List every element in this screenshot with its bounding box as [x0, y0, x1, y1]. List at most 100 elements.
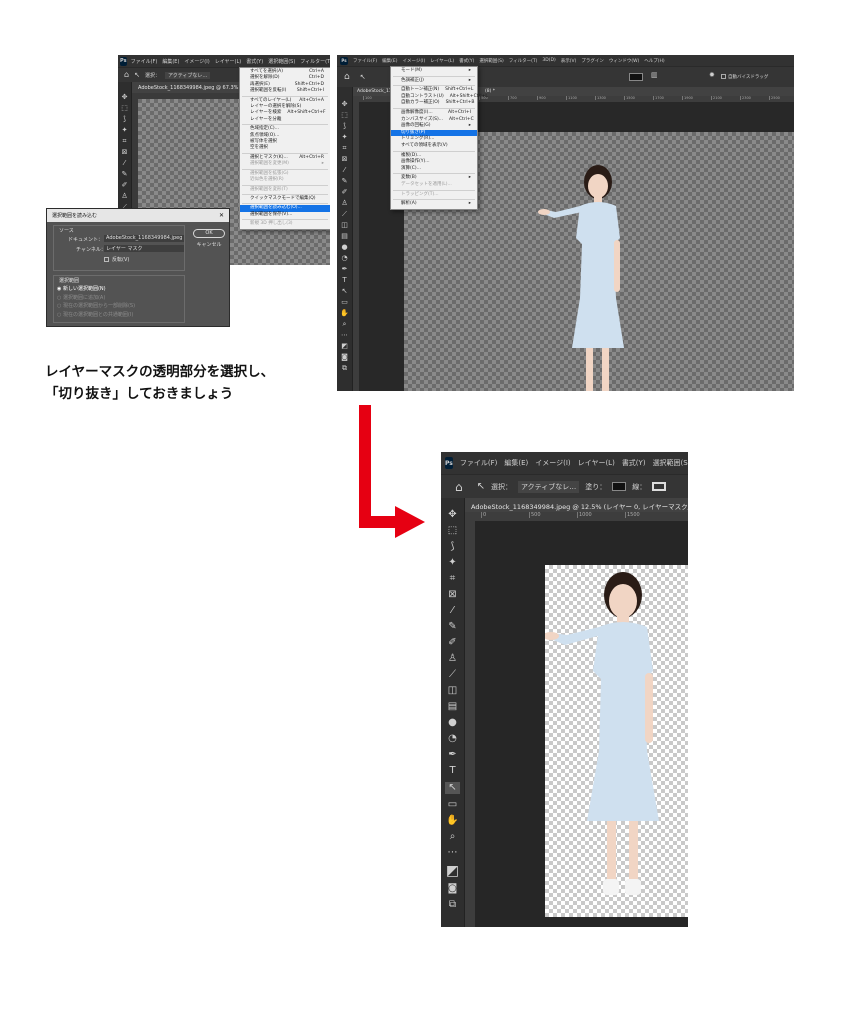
operation-radio[interactable]: ○ 選択範囲に追加(A) — [57, 294, 135, 303]
move-tool-icon[interactable]: ↖ — [360, 73, 366, 81]
menu-item[interactable]: レイヤー(L) — [430, 58, 454, 64]
history-brush-icon[interactable]: ⟋ — [342, 211, 347, 218]
move-tool-icon[interactable]: ✥ — [342, 101, 348, 108]
menu-item[interactable]: イメージ(I) — [402, 58, 425, 64]
color-swatches-icon[interactable]: ◩ — [446, 864, 459, 878]
menu-item[interactable]: 書式(Y) — [622, 458, 646, 468]
menu-item[interactable]: ウィンドウ(W) — [609, 58, 639, 64]
pen-tool-icon[interactable]: ✒ — [448, 750, 456, 760]
menu-option[interactable]: 色調補正(J) ▸ — [391, 78, 477, 85]
brush-tool-icon[interactable]: ✐ — [448, 638, 456, 648]
operation-radio[interactable]: ○ 現在の選択範囲との共通範囲(I) — [57, 311, 135, 320]
magic-wand-icon[interactable]: ✦ — [122, 127, 128, 134]
fill-swatch[interactable] — [612, 482, 627, 491]
align-icon[interactable]: ▥ — [651, 72, 658, 79]
type-tool-icon[interactable]: T — [449, 766, 455, 776]
menu-option[interactable]: 演算(C)... — [391, 166, 477, 173]
menu-option[interactable]: 選択範囲を保存(V)... — [240, 212, 330, 218]
menu-option[interactable]: 選択範囲を反転(I) Shift+Ctrl+I — [240, 88, 330, 94]
menu-option[interactable]: 画像の回転(G) ▸ — [391, 123, 477, 130]
home-icon[interactable]: ⌂ — [124, 71, 129, 79]
gear-icon[interactable]: ✹ — [709, 72, 715, 79]
move-tool-icon[interactable]: ✥ — [122, 94, 128, 101]
fill-swatch[interactable] — [629, 73, 643, 81]
type-tool-icon[interactable]: T — [342, 277, 346, 284]
menu-item[interactable]: ファイル(F) — [131, 58, 158, 65]
home-icon[interactable]: ⌂ — [344, 72, 350, 82]
menu-option[interactable]: 自動トーン補正(N) Shift+Ctrl+L — [391, 87, 477, 94]
more-tools-icon[interactable]: ⋯ — [448, 848, 458, 858]
brush-tool-icon[interactable]: ✐ — [342, 189, 348, 196]
lasso-tool-icon[interactable]: ⟆ — [343, 123, 346, 130]
select-dropdown[interactable]: アクティブなレ… — [164, 71, 211, 79]
dodge-tool-icon[interactable]: ◔ — [341, 255, 347, 262]
rectangle-tool-icon[interactable]: ▭ — [341, 299, 348, 306]
menu-item[interactable]: レイヤー(L) — [215, 58, 242, 65]
operation-radio[interactable]: ◉ 新しい選択範囲(N) — [57, 285, 135, 294]
menu-item[interactable]: イメージ(I) — [535, 458, 570, 468]
menu-item[interactable]: プラグイン — [581, 58, 604, 64]
healing-brush-icon[interactable]: ✎ — [448, 622, 456, 632]
more-tools-icon[interactable]: ⋯ — [341, 332, 348, 339]
eyedropper-icon[interactable]: ⁄ — [452, 606, 454, 616]
eraser-icon[interactable]: ◫ — [341, 222, 348, 229]
menu-item[interactable]: 編集(E) — [162, 58, 179, 65]
quick-mask-icon[interactable]: ◙ — [341, 354, 348, 361]
canvas[interactable] — [545, 565, 688, 917]
menu-option[interactable]: 画像操作(Y)... — [391, 159, 477, 166]
menu-item[interactable]: 選択範囲(S) — [479, 58, 503, 64]
crop-tool-icon[interactable]: ⌗ — [450, 574, 456, 584]
menu-item[interactable]: 編集(E) — [504, 458, 528, 468]
menu-option[interactable]: すべての領域を表示(V) — [391, 143, 477, 150]
clone-stamp-icon[interactable]: ♙ — [448, 654, 457, 664]
menu-item[interactable]: 書式(Y) — [459, 58, 474, 64]
document-tab[interactable]: AdobeStock_1168349984.jpeg @ 12.5% (レイヤー… — [465, 498, 688, 512]
clone-stamp-icon[interactable]: ♙ — [341, 200, 347, 207]
home-icon[interactable]: ⌂ — [455, 481, 463, 493]
move-tool-icon[interactable]: ↖ — [134, 71, 140, 79]
menu-option[interactable]: トリミング(R)... — [391, 136, 477, 143]
pen-tool-icon[interactable]: ✒ — [342, 266, 348, 273]
stroke-swatch[interactable] — [652, 482, 667, 491]
menu-item[interactable]: レイヤー(L) — [578, 458, 615, 468]
menu-option[interactable]: レイヤーを分離 — [240, 117, 330, 123]
menu-item[interactable]: ファイル(F) — [353, 58, 377, 64]
lasso-tool-icon[interactable]: ⟆ — [123, 116, 126, 123]
color-swatches-icon[interactable]: ◩ — [341, 343, 348, 350]
gradient-tool-icon[interactable]: ▤ — [448, 702, 457, 712]
clone-stamp-icon[interactable]: ♙ — [121, 193, 127, 200]
menu-item[interactable]: 書式(Y) — [246, 58, 263, 65]
zoom-tool-icon[interactable]: ⌕ — [343, 321, 347, 328]
blur-tool-icon[interactable]: ● — [448, 718, 457, 728]
crop-tool-icon[interactable]: ⌗ — [123, 138, 127, 145]
eyedropper-icon[interactable]: ⁄ — [344, 167, 345, 174]
menu-item[interactable]: ヘルプ(H) — [644, 58, 664, 64]
brush-tool-icon[interactable]: ✐ — [122, 182, 128, 189]
eyedropper-icon[interactable]: ⁄ — [124, 160, 125, 167]
eraser-icon[interactable]: ◫ — [448, 686, 457, 696]
menu-option[interactable]: モード(M) ▸ — [391, 68, 477, 75]
menu-item[interactable]: フィルター(T) — [300, 58, 330, 65]
close-icon[interactable]: ✕ — [219, 212, 224, 219]
cancel-button[interactable]: キャンセル — [193, 241, 225, 250]
healing-brush-icon[interactable]: ✎ — [342, 178, 348, 185]
menu-item[interactable]: 編集(E) — [382, 58, 397, 64]
frame-tool-icon[interactable]: ⊠ — [122, 149, 128, 156]
menu-option[interactable]: クイックマスクモードで編集(Q) — [240, 196, 330, 202]
magic-wand-icon[interactable]: ✦ — [448, 558, 456, 568]
operation-radio[interactable]: ○ 現在の選択範囲から一部削除(S) — [57, 302, 135, 311]
menu-option[interactable]: 解析(A) ▸ — [391, 201, 477, 208]
marquee-tool-icon[interactable]: ⬚ — [341, 112, 348, 119]
path-select-icon[interactable]: ↖ — [445, 782, 460, 794]
path-select-icon[interactable]: ↖ — [342, 288, 348, 295]
menu-option[interactable]: 空を選択 — [240, 145, 330, 151]
document-select[interactable]: AdobeStock_1168349984.jpeg — [104, 235, 184, 242]
menu-item[interactable]: 選択範囲(S) — [653, 458, 688, 468]
path-select-icon[interactable]: ↖ — [477, 481, 485, 492]
menu-item[interactable]: 表示(V) — [561, 58, 577, 64]
dodge-tool-icon[interactable]: ◔ — [448, 734, 457, 744]
move-tool-icon[interactable]: ✥ — [448, 510, 456, 520]
quick-mask-icon[interactable]: ◙ — [448, 884, 458, 894]
menu-item[interactable]: フィルター(T) — [509, 58, 538, 64]
magic-wand-icon[interactable]: ✦ — [342, 134, 348, 141]
